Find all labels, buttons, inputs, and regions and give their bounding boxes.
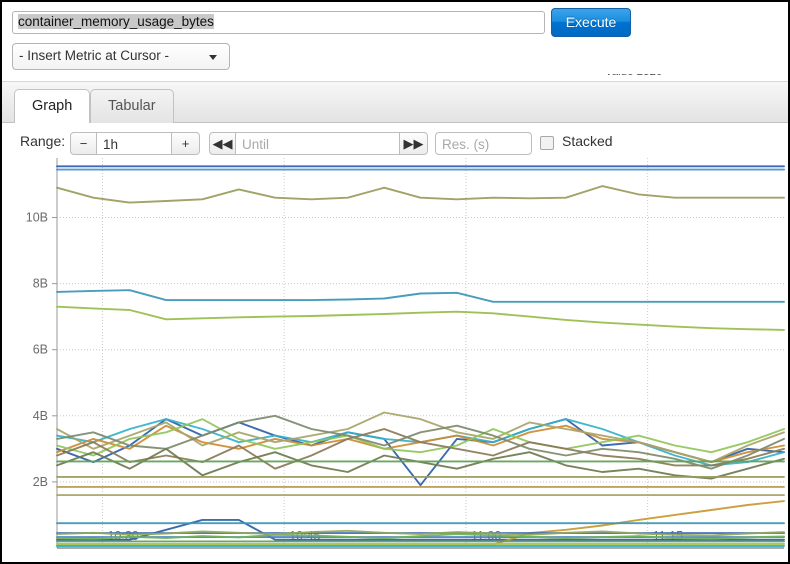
step-forward-button[interactable]: ▶▶ <box>399 132 428 155</box>
clipped-info-strip: value 2520 <box>2 74 788 82</box>
insert-metric-select-value: - Insert Metric at Cursor - <box>19 48 169 63</box>
range-input[interactable]: 1h <box>97 132 171 155</box>
range-label: Range: <box>20 133 65 149</box>
y-axis-tick-label: 4B <box>33 409 48 423</box>
y-axis-tick-label: 2B <box>33 475 48 489</box>
resolution-input[interactable]: Res. (s) <box>435 132 532 155</box>
expression-text: container_memory_usage_bytes <box>18 14 214 29</box>
clipped-info-text: value 2520 <box>606 74 662 78</box>
metric-line-chart[interactable]: 2B4B6B8B10B10:3010:4511:0011:15 <box>2 156 788 562</box>
prometheus-expression-browser: container_memory_usage_bytes Execute - I… <box>0 0 790 564</box>
stacked-label: Stacked <box>562 133 613 149</box>
y-axis-tick-label: 6B <box>33 343 48 357</box>
y-axis-tick-label: 10B <box>26 210 48 224</box>
until-input[interactable]: Until <box>236 132 399 155</box>
graph-panel: 2B4B6B8B10B10:3010:4511:0011:15 <box>2 156 788 562</box>
step-backward-button[interactable]: ◀◀ <box>209 132 236 155</box>
execute-button[interactable]: Execute <box>551 8 631 37</box>
tab-tabular[interactable]: Tabular <box>90 89 174 123</box>
query-row: container_memory_usage_bytes Execute <box>2 2 788 42</box>
stacked-checkbox[interactable] <box>540 136 554 150</box>
range-increase-button[interactable]: + <box>171 132 200 155</box>
y-axis-tick-label: 8B <box>33 277 48 291</box>
insert-metric-select[interactable]: - Insert Metric at Cursor - <box>12 43 230 70</box>
tab-bar: Graph Tabular <box>2 82 788 123</box>
tab-graph[interactable]: Graph <box>14 89 90 123</box>
range-decrease-button[interactable]: − <box>70 132 97 155</box>
expression-input[interactable]: container_memory_usage_bytes <box>12 11 545 34</box>
chevron-down-icon <box>209 55 217 60</box>
